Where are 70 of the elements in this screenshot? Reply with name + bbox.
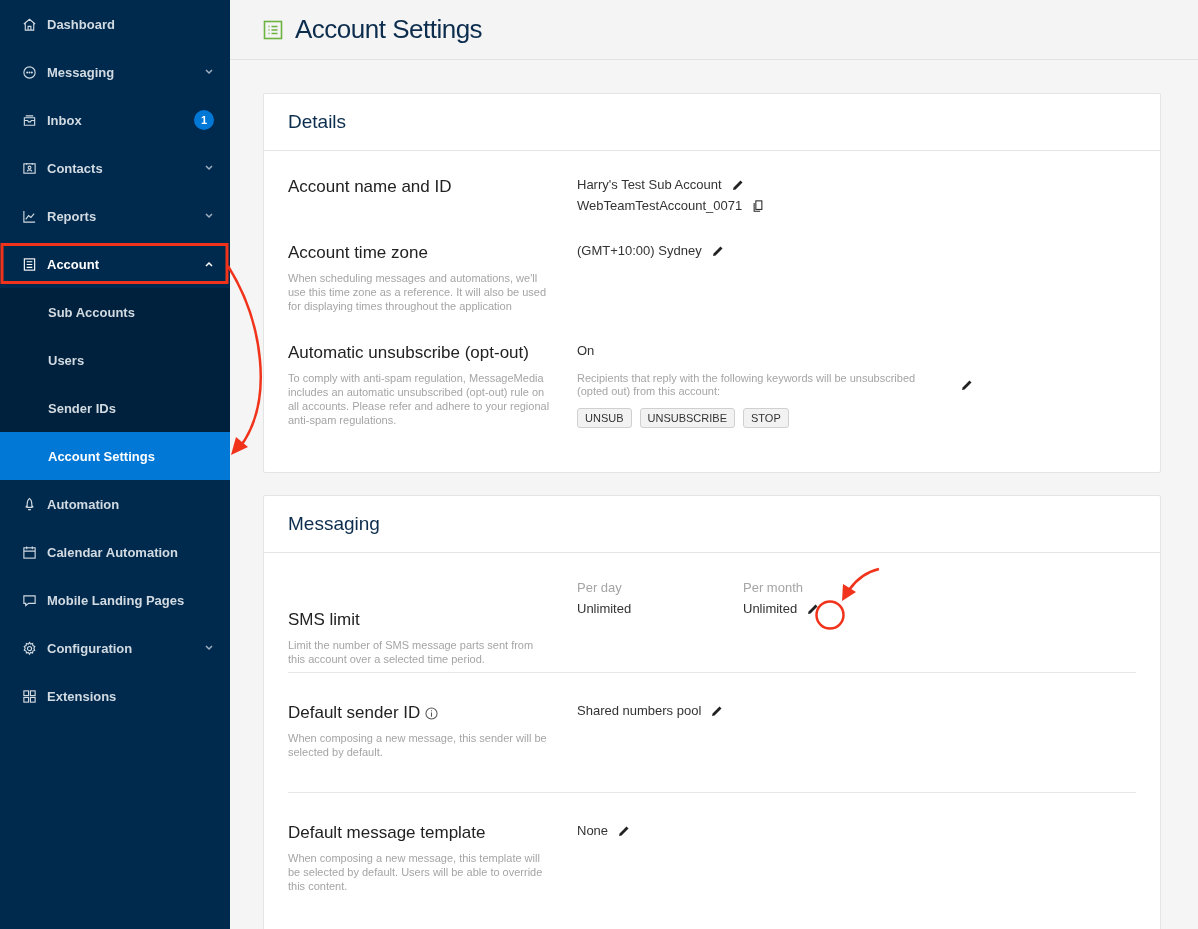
edit-icon[interactable] (711, 704, 724, 717)
nav-icon (22, 592, 37, 608)
sidebar-item[interactable]: Reports (0, 192, 230, 240)
setting-value: (GMT+10:00) Sydney (577, 243, 702, 258)
nav-icon (22, 16, 37, 32)
chevron-down-icon (204, 645, 214, 651)
section-title: Details (264, 94, 1160, 151)
edit-icon[interactable] (731, 178, 744, 191)
section-title: Messaging (264, 496, 1160, 553)
info-icon[interactable] (425, 706, 439, 720)
chevron-down-icon (204, 165, 214, 171)
setting-title: Account name and ID (288, 177, 452, 197)
chevron-down-icon (204, 213, 214, 219)
edit-icon[interactable] (807, 602, 820, 615)
setting-title: Automatic unsubscribe (opt-out) (288, 343, 529, 363)
chevron-up-icon (204, 261, 214, 267)
sidebar-subitem[interactable]: Account Settings (0, 432, 230, 480)
sidebar-subitem[interactable]: Sender IDs (0, 384, 230, 432)
page-title: Account Settings (295, 14, 483, 45)
account-name: Harry's Test Sub Account (577, 177, 722, 192)
keyword-tag: STOP (743, 408, 789, 428)
keywords-note: Recipients that reply with the following keywords will be unsubscribed (opted out) from this account: (577, 372, 917, 398)
setting-title: Default message template (288, 823, 486, 843)
copy-icon[interactable] (752, 199, 765, 212)
setting-title: Default sender ID (288, 703, 421, 723)
nav-icon (22, 208, 37, 224)
sidebar-item[interactable]: Extensions (0, 672, 230, 720)
sidebar-subitem[interactable]: Users (0, 336, 230, 384)
sidebar-item[interactable]: Mobile Landing Pages (0, 576, 230, 624)
setting-title: Account time zone (288, 243, 428, 263)
nav-icon (22, 256, 37, 272)
edit-icon[interactable] (711, 244, 724, 257)
list-icon (263, 19, 283, 40)
setting-description: When scheduling messages and automations, we'll use this time zone as a reference. It will also be used for displaying times throughout the application (288, 271, 548, 313)
setting-description: To comply with anti-spam regulation, MessageMedia includes an automatic unsubscribed (opt-out) rule on all accounts. Please refer and adhere to your regional anti-spam regulations. (288, 371, 550, 427)
setting-title: SMS limit (288, 610, 360, 630)
limit-label: Per month (743, 580, 804, 595)
setting-description: Limit the number of SMS message parts sent from this account over a selected time period. (288, 638, 535, 666)
nav-icon (22, 640, 37, 656)
count-badge: 1 (194, 110, 214, 130)
limit-label: Per day (577, 580, 623, 595)
chevron-down-icon (204, 69, 214, 75)
annotation-arrow (842, 567, 880, 601)
account-id: WebTeamTestAccount_0071 (577, 198, 743, 213)
nav-icon (22, 64, 37, 80)
edit-icon[interactable] (618, 824, 631, 837)
nav-icon (22, 688, 37, 704)
sidebar-item[interactable]: Configuration (0, 624, 230, 672)
keyword-tag: UNSUB (577, 408, 632, 428)
limit-value: Unlimited (577, 601, 632, 616)
nav-icon (22, 160, 37, 176)
setting-description: When composing a new message, this sender will be selected by default. (288, 731, 548, 759)
limit-value: Unlimited (743, 601, 798, 616)
sidebar-item[interactable]: Automation (0, 480, 230, 528)
sidebar-item[interactable]: Account (0, 240, 230, 288)
sidebar-item[interactable]: Dashboard (0, 0, 230, 48)
sidebar-item[interactable]: Inbox 1 (0, 96, 230, 144)
status-value: On (577, 343, 596, 358)
sidebar-subitem[interactable]: Sub Accounts (0, 288, 230, 336)
keyword-tag: UNSUBSCRIBE (639, 408, 735, 428)
highlight-circle (815, 600, 845, 630)
setting-description: When composing a new message, this template will be selected by default. Users will be able to override this content. (288, 851, 544, 893)
nav-icon (22, 112, 37, 128)
setting-value: None (577, 823, 609, 838)
edit-icon[interactable] (961, 379, 973, 391)
setting-value: Shared numbers pool (577, 703, 702, 718)
sidebar-item[interactable]: Contacts (0, 144, 230, 192)
sidebar-item[interactable]: Messaging (0, 48, 230, 96)
sidebar-item[interactable]: Calendar Automation (0, 528, 230, 576)
nav-icon (22, 544, 37, 560)
